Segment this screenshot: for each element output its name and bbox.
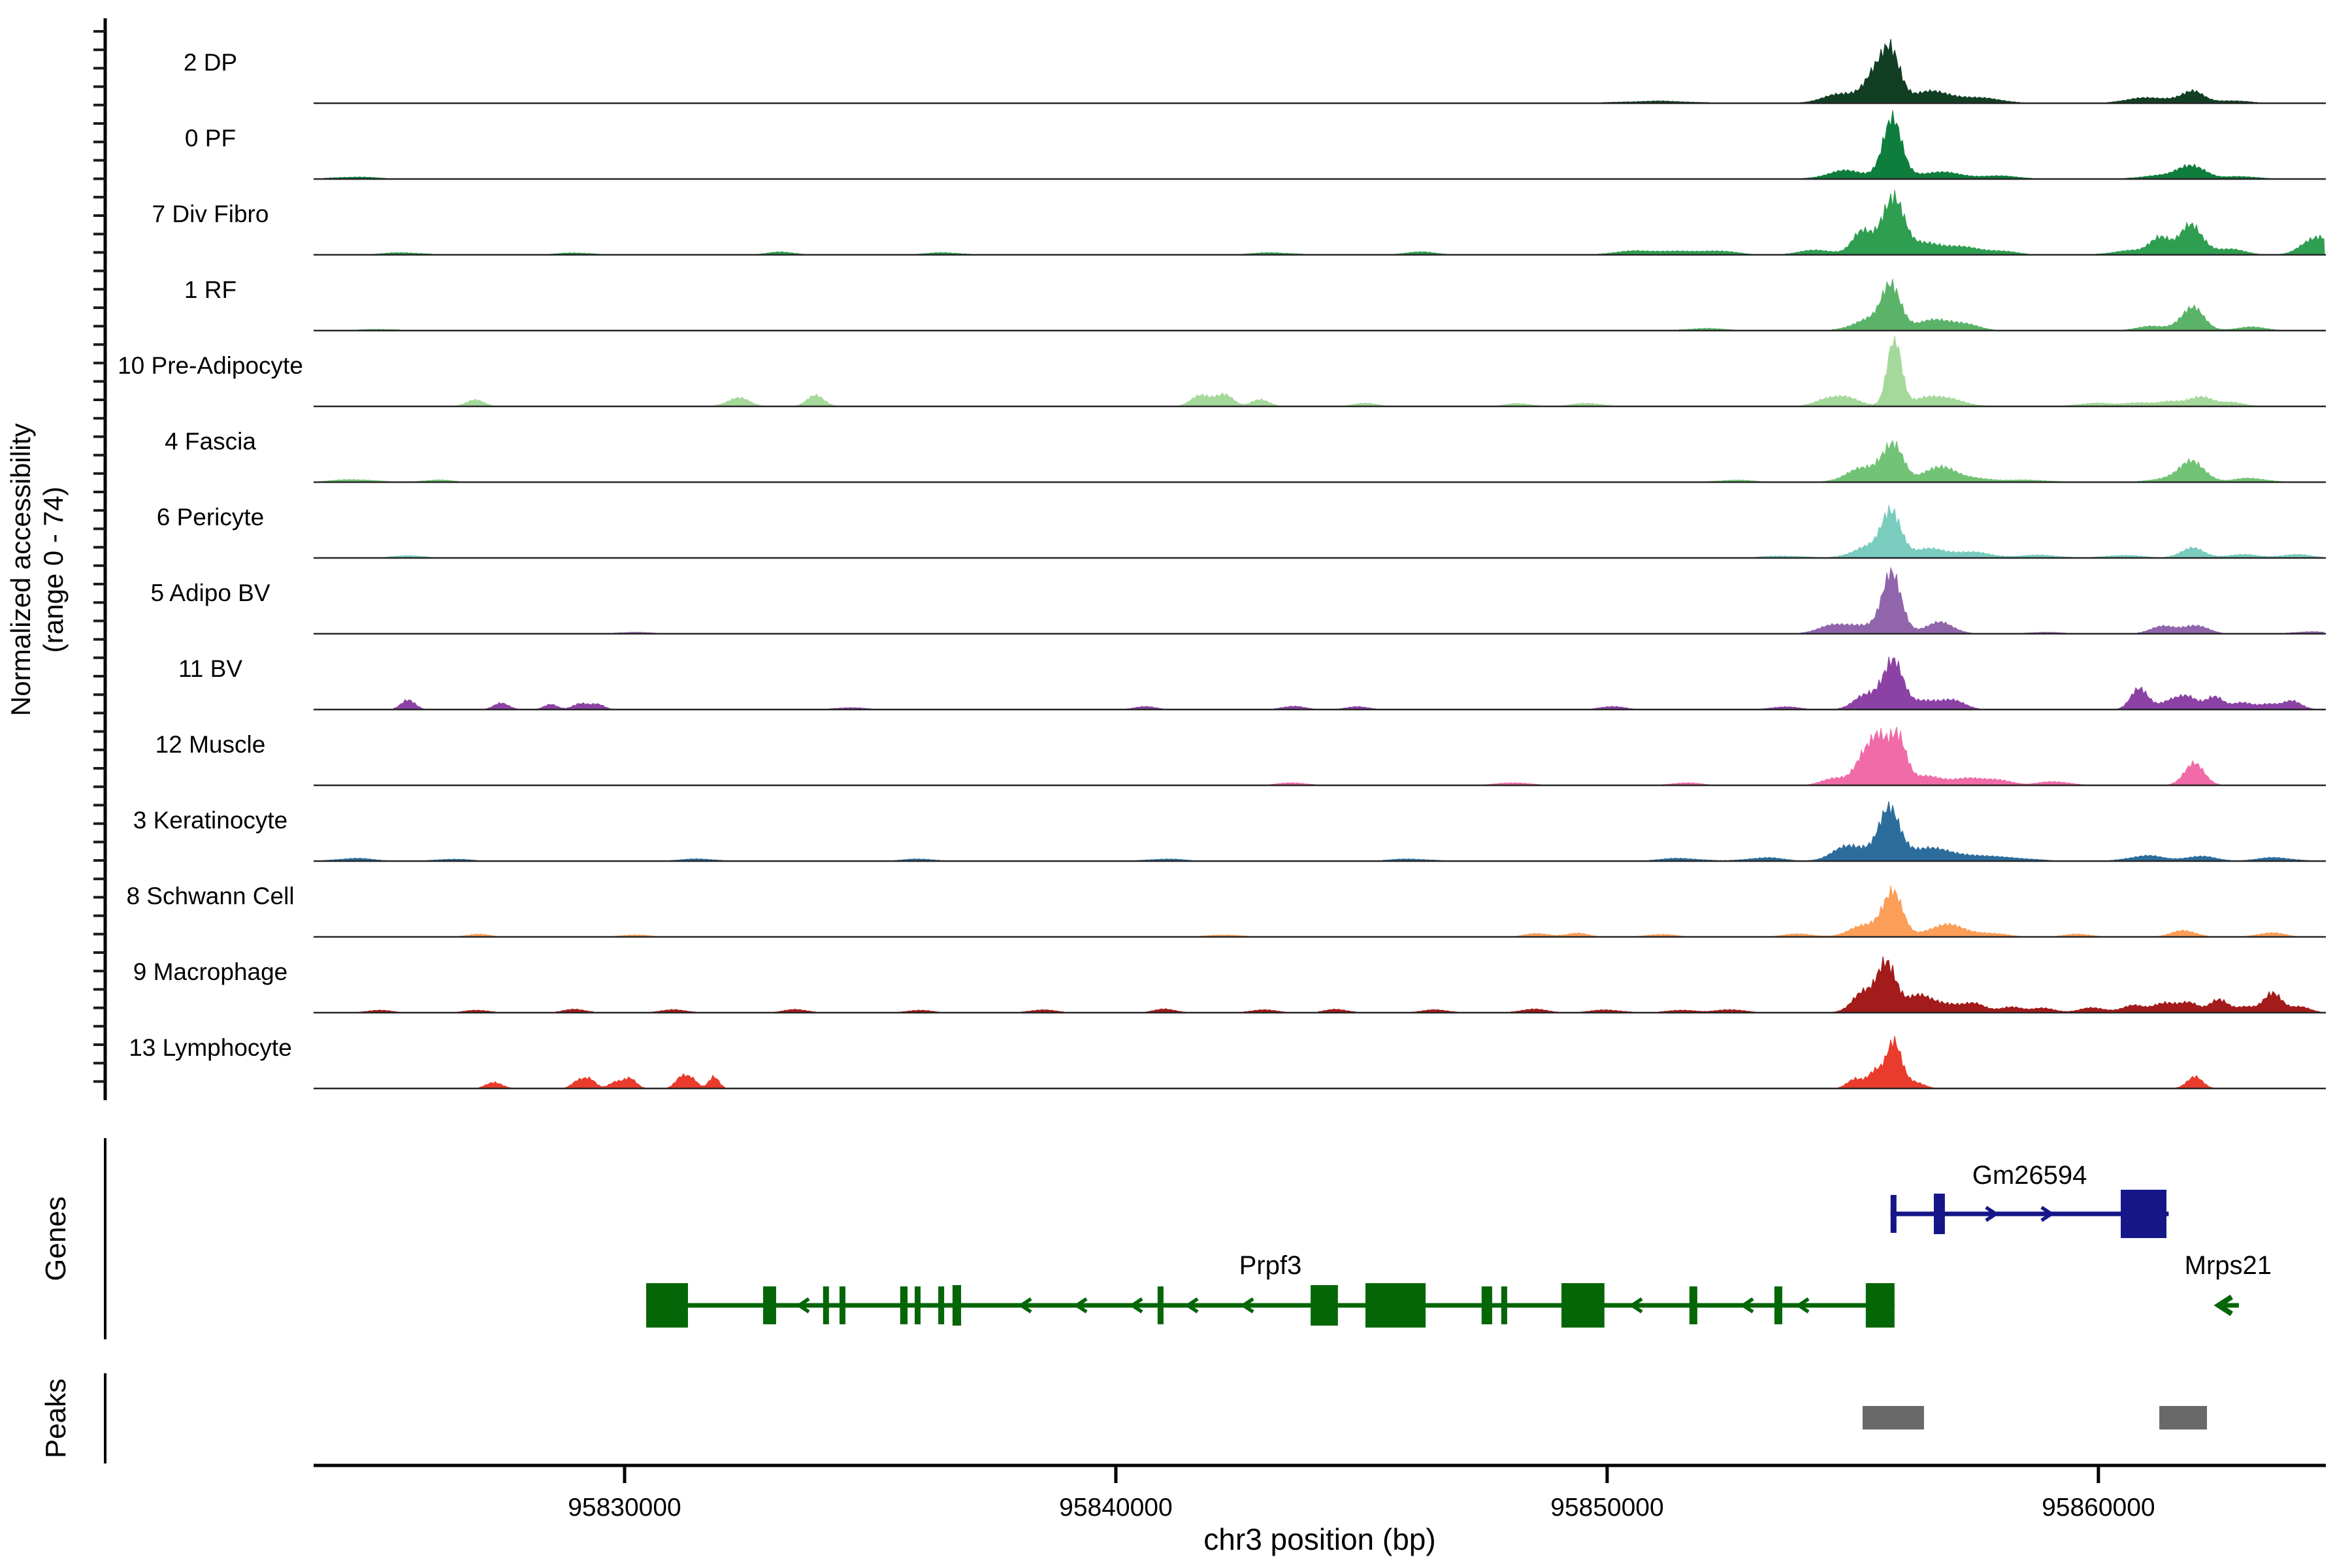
track-label: 11 BV: [178, 655, 242, 682]
track-signal-area: [314, 956, 2325, 1013]
peaks-section-label: Peaks: [40, 1379, 72, 1458]
gene-model: Mrps21: [2185, 1251, 2272, 1314]
track-signal-area: [314, 727, 2325, 786]
track-signal-area: [314, 440, 2325, 482]
peak-interval-box: [1863, 1406, 1924, 1429]
coverage-track: 3 Keratinocyte: [133, 801, 2326, 861]
gene-exon: [953, 1285, 961, 1326]
coverage-track: 8 Schwann Cell: [126, 883, 2326, 937]
gene-model: Prpf3: [646, 1251, 1895, 1328]
y-axis-label-line1: Normalized accessibility: [5, 423, 36, 716]
gene-exon: [900, 1286, 907, 1324]
gene-exon: [2121, 1190, 2166, 1238]
gene-exon: [915, 1286, 921, 1324]
track-label: 8 Schwann Cell: [126, 883, 294, 909]
x-axis-tick-label: 95860000: [2042, 1494, 2155, 1522]
track-label: 2 DP: [184, 49, 237, 76]
gene-label: Prpf3: [1239, 1251, 1302, 1280]
track-label: 4 Fascia: [165, 428, 256, 455]
coverage-tracks: 2 DP 0 PF 7 Div Fibro 1 RF 10 Pre-Adipocyte 4…: [118, 39, 2326, 1088]
coverage-track: 11 BV: [178, 655, 2326, 710]
track-label: 3 Keratinocyte: [133, 807, 288, 834]
track-label: 6 Pericyte: [157, 504, 265, 531]
track-signal-area: [314, 39, 2325, 103]
track-signal-area: [314, 279, 2325, 331]
gene-models: Gm26594 Prpf3 Mrps21: [646, 1161, 2272, 1328]
genes-section-label: Genes: [40, 1196, 72, 1281]
gene-exon: [1934, 1194, 1945, 1234]
x-axis-tick-label: 95840000: [1059, 1494, 1173, 1522]
track-label: 12 Muscle: [155, 731, 266, 758]
coverage-track: 4 Fascia: [165, 428, 2326, 482]
track-label: 1 RF: [184, 276, 237, 303]
y-axis-label-line2: (range 0 - 74): [38, 487, 69, 653]
track-signal-area: [314, 505, 2325, 558]
gene-exon: [938, 1286, 944, 1324]
coverage-track: 9 Macrophage: [133, 956, 2326, 1013]
gene-exon: [1690, 1286, 1697, 1324]
track-signal-area: [314, 1036, 2325, 1088]
coverage-track: 1 RF: [184, 276, 2326, 331]
figure-canvas: Normalized accessibility (range 0 - 74) …: [0, 0, 2352, 1568]
gene-exon: [646, 1283, 688, 1328]
coverage-track: 13 Lymphocyte: [129, 1034, 2326, 1088]
genome-coverage-figure: Normalized accessibility (range 0 - 74) …: [0, 0, 2352, 1568]
gene-label: Mrps21: [2185, 1251, 2272, 1280]
track-label: 0 PF: [185, 125, 236, 152]
x-axis-ticks: 95830000 95840000 95850000 95860000: [568, 1465, 2155, 1522]
track-label: 7 Div Fibro: [152, 201, 269, 227]
coverage-track: 2 DP: [184, 39, 2326, 103]
gene-exon: [1866, 1283, 1895, 1328]
gene-model: Gm26594: [1891, 1161, 2169, 1238]
track-signal-area: [314, 801, 2325, 861]
peak-interval-box: [2159, 1406, 2207, 1429]
gene-exon: [1561, 1283, 1605, 1328]
gene-exon: [1891, 1195, 1897, 1233]
gene-label: Gm26594: [1972, 1161, 2087, 1190]
gene-exon: [1158, 1286, 1164, 1324]
track-signal-area: [314, 657, 2325, 710]
peak-intervals: [1863, 1406, 2207, 1429]
x-axis-title: chr3 position (bp): [1203, 1522, 1435, 1556]
track-signal-area: [314, 886, 2325, 937]
gene-exon: [1482, 1286, 1492, 1324]
gene-exon: [763, 1286, 776, 1324]
gene-exon: [1774, 1286, 1782, 1324]
x-axis-tick-label: 95850000: [1550, 1494, 1664, 1522]
coverage-track: 5 Adipo BV: [150, 568, 2326, 634]
coverage-track: 10 Pre-Adipocyte: [118, 336, 2326, 406]
track-signal-area: [314, 190, 2325, 255]
track-label: 9 Macrophage: [133, 958, 288, 985]
coverage-track: 6 Pericyte: [157, 504, 2326, 558]
gene-exon: [1311, 1285, 1338, 1326]
coverage-track: 12 Muscle: [155, 727, 2326, 786]
gene-exon: [1501, 1286, 1507, 1324]
gene-exon: [1365, 1283, 1426, 1328]
gene-exon: [823, 1286, 829, 1324]
track-signal-area: [314, 110, 2325, 179]
coverage-track: 7 Div Fibro: [152, 190, 2326, 255]
track-signal-area: [314, 568, 2325, 634]
x-axis-tick-label: 95830000: [568, 1494, 681, 1522]
track-label: 10 Pre-Adipocyte: [118, 352, 303, 379]
track-label: 5 Adipo BV: [150, 580, 270, 606]
track-label: 13 Lymphocyte: [129, 1034, 292, 1061]
track-signal-area: [314, 336, 2325, 406]
coverage-track: 0 PF: [185, 110, 2326, 179]
x-axis: 95830000 95840000 95850000 95860000: [314, 1465, 2326, 1522]
gene-exon: [840, 1286, 845, 1324]
y-axis-ticks: [93, 31, 105, 1081]
y-axis-ruler: [93, 18, 105, 1100]
